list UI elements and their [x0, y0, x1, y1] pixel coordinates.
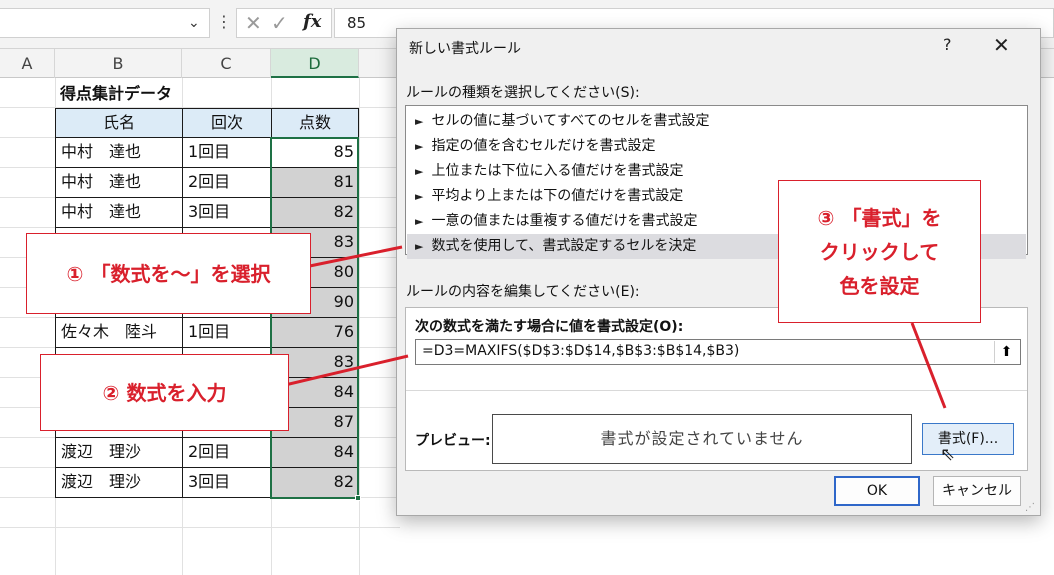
- arrow-right-icon: ►: [415, 215, 424, 228]
- rule-type-label: ルールの種類を選択してください(S):: [406, 85, 640, 101]
- preview-box: 書式が設定されていません: [492, 414, 912, 464]
- gridline: [0, 527, 400, 528]
- column-header-d[interactable]: D: [271, 49, 359, 78]
- ok-button[interactable]: OK: [834, 476, 920, 506]
- cell-name[interactable]: 中村 達也: [55, 197, 183, 228]
- resize-grip-icon[interactable]: ⋰: [1025, 502, 1035, 513]
- cell-name[interactable]: 渡辺 理沙: [55, 437, 183, 468]
- column-header-a[interactable]: A: [0, 49, 55, 78]
- cell-name[interactable]: 中村 達也: [55, 137, 183, 168]
- cell-name[interactable]: 中村 達也: [55, 167, 183, 198]
- cell-round[interactable]: 2回目: [182, 167, 272, 198]
- formula-tools: ✕ ✓ fx: [236, 8, 332, 38]
- callout-step-3-line-2: クリックして: [819, 240, 940, 264]
- cancel-button[interactable]: キャンセル: [933, 476, 1021, 506]
- cell-round[interactable]: 1回目: [182, 317, 272, 348]
- close-icon[interactable]: ✕: [993, 33, 1010, 57]
- edit-rule-panel: 次の数式を満たす場合に値を書式設定(O): =D3=MAXIFS($D$3:$D…: [405, 307, 1028, 471]
- callout-step-2: ② 数式を入力: [40, 354, 289, 431]
- header-name[interactable]: 氏名: [55, 108, 183, 138]
- mouse-cursor-icon: ⇖: [940, 444, 956, 465]
- arrow-right-icon: ►: [415, 240, 424, 253]
- fx-icon[interactable]: fx: [303, 11, 321, 32]
- arrow-right-icon: ►: [415, 190, 424, 203]
- column-header-c[interactable]: C: [182, 49, 271, 78]
- more-options-icon[interactable]: ⋮: [216, 12, 232, 31]
- format-button[interactable]: 書式(F)...: [922, 423, 1014, 455]
- cell-round[interactable]: 3回目: [182, 197, 272, 228]
- dialog-title: 新しい書式ルール: [409, 41, 521, 57]
- chevron-down-icon[interactable]: ⌄: [188, 15, 200, 31]
- header-score[interactable]: 点数: [271, 108, 359, 138]
- formula-field[interactable]: =D3=MAXIFS($D$3:$D$14,$B$3:$B$14,$B3): [415, 339, 1021, 365]
- cancel-icon[interactable]: ✕: [245, 11, 262, 35]
- header-round[interactable]: 回次: [182, 108, 272, 138]
- check-icon[interactable]: ✓: [271, 11, 288, 35]
- rule-type-item[interactable]: ► セルの値に基づいてすべてのセルを書式設定: [407, 109, 1026, 134]
- cell-round[interactable]: 2回目: [182, 437, 272, 468]
- arrow-right-icon: ►: [415, 115, 424, 128]
- cell-round[interactable]: 1回目: [182, 137, 272, 168]
- help-icon[interactable]: ?: [943, 35, 952, 54]
- formula-condition-label: 次の数式を満たす場合に値を書式設定(O):: [415, 319, 684, 335]
- cell-round[interactable]: 3回目: [182, 467, 272, 498]
- fill-handle[interactable]: [355, 495, 361, 501]
- edit-rule-label: ルールの内容を編集してください(E):: [406, 284, 640, 300]
- callout-step-3-line-3: 色を設定: [839, 274, 920, 298]
- preview-label: プレビュー:: [415, 433, 491, 449]
- rule-type-item[interactable]: ► 指定の値を含むセルだけを書式設定: [407, 134, 1026, 159]
- callout-step-1: ① 「数式を～」を選択: [26, 233, 311, 314]
- table-title: 得点集計データ: [60, 84, 173, 103]
- collapse-dialog-icon[interactable]: ⬆: [994, 341, 1018, 363]
- column-header-b[interactable]: B: [55, 49, 182, 78]
- arrow-right-icon: ►: [415, 165, 424, 178]
- cell-name[interactable]: 渡辺 理沙: [55, 467, 183, 498]
- name-box[interactable]: ⌄: [0, 8, 210, 38]
- callout-step-3-line-1: ③ 「書式」を: [817, 206, 942, 230]
- cell-name[interactable]: 佐々木 陸斗: [55, 317, 183, 348]
- divider: [406, 390, 1027, 391]
- callout-step-3: ③ 「書式」を クリックして 色を設定: [778, 180, 981, 323]
- selection-outline: [270, 137, 359, 499]
- arrow-right-icon: ►: [415, 140, 424, 153]
